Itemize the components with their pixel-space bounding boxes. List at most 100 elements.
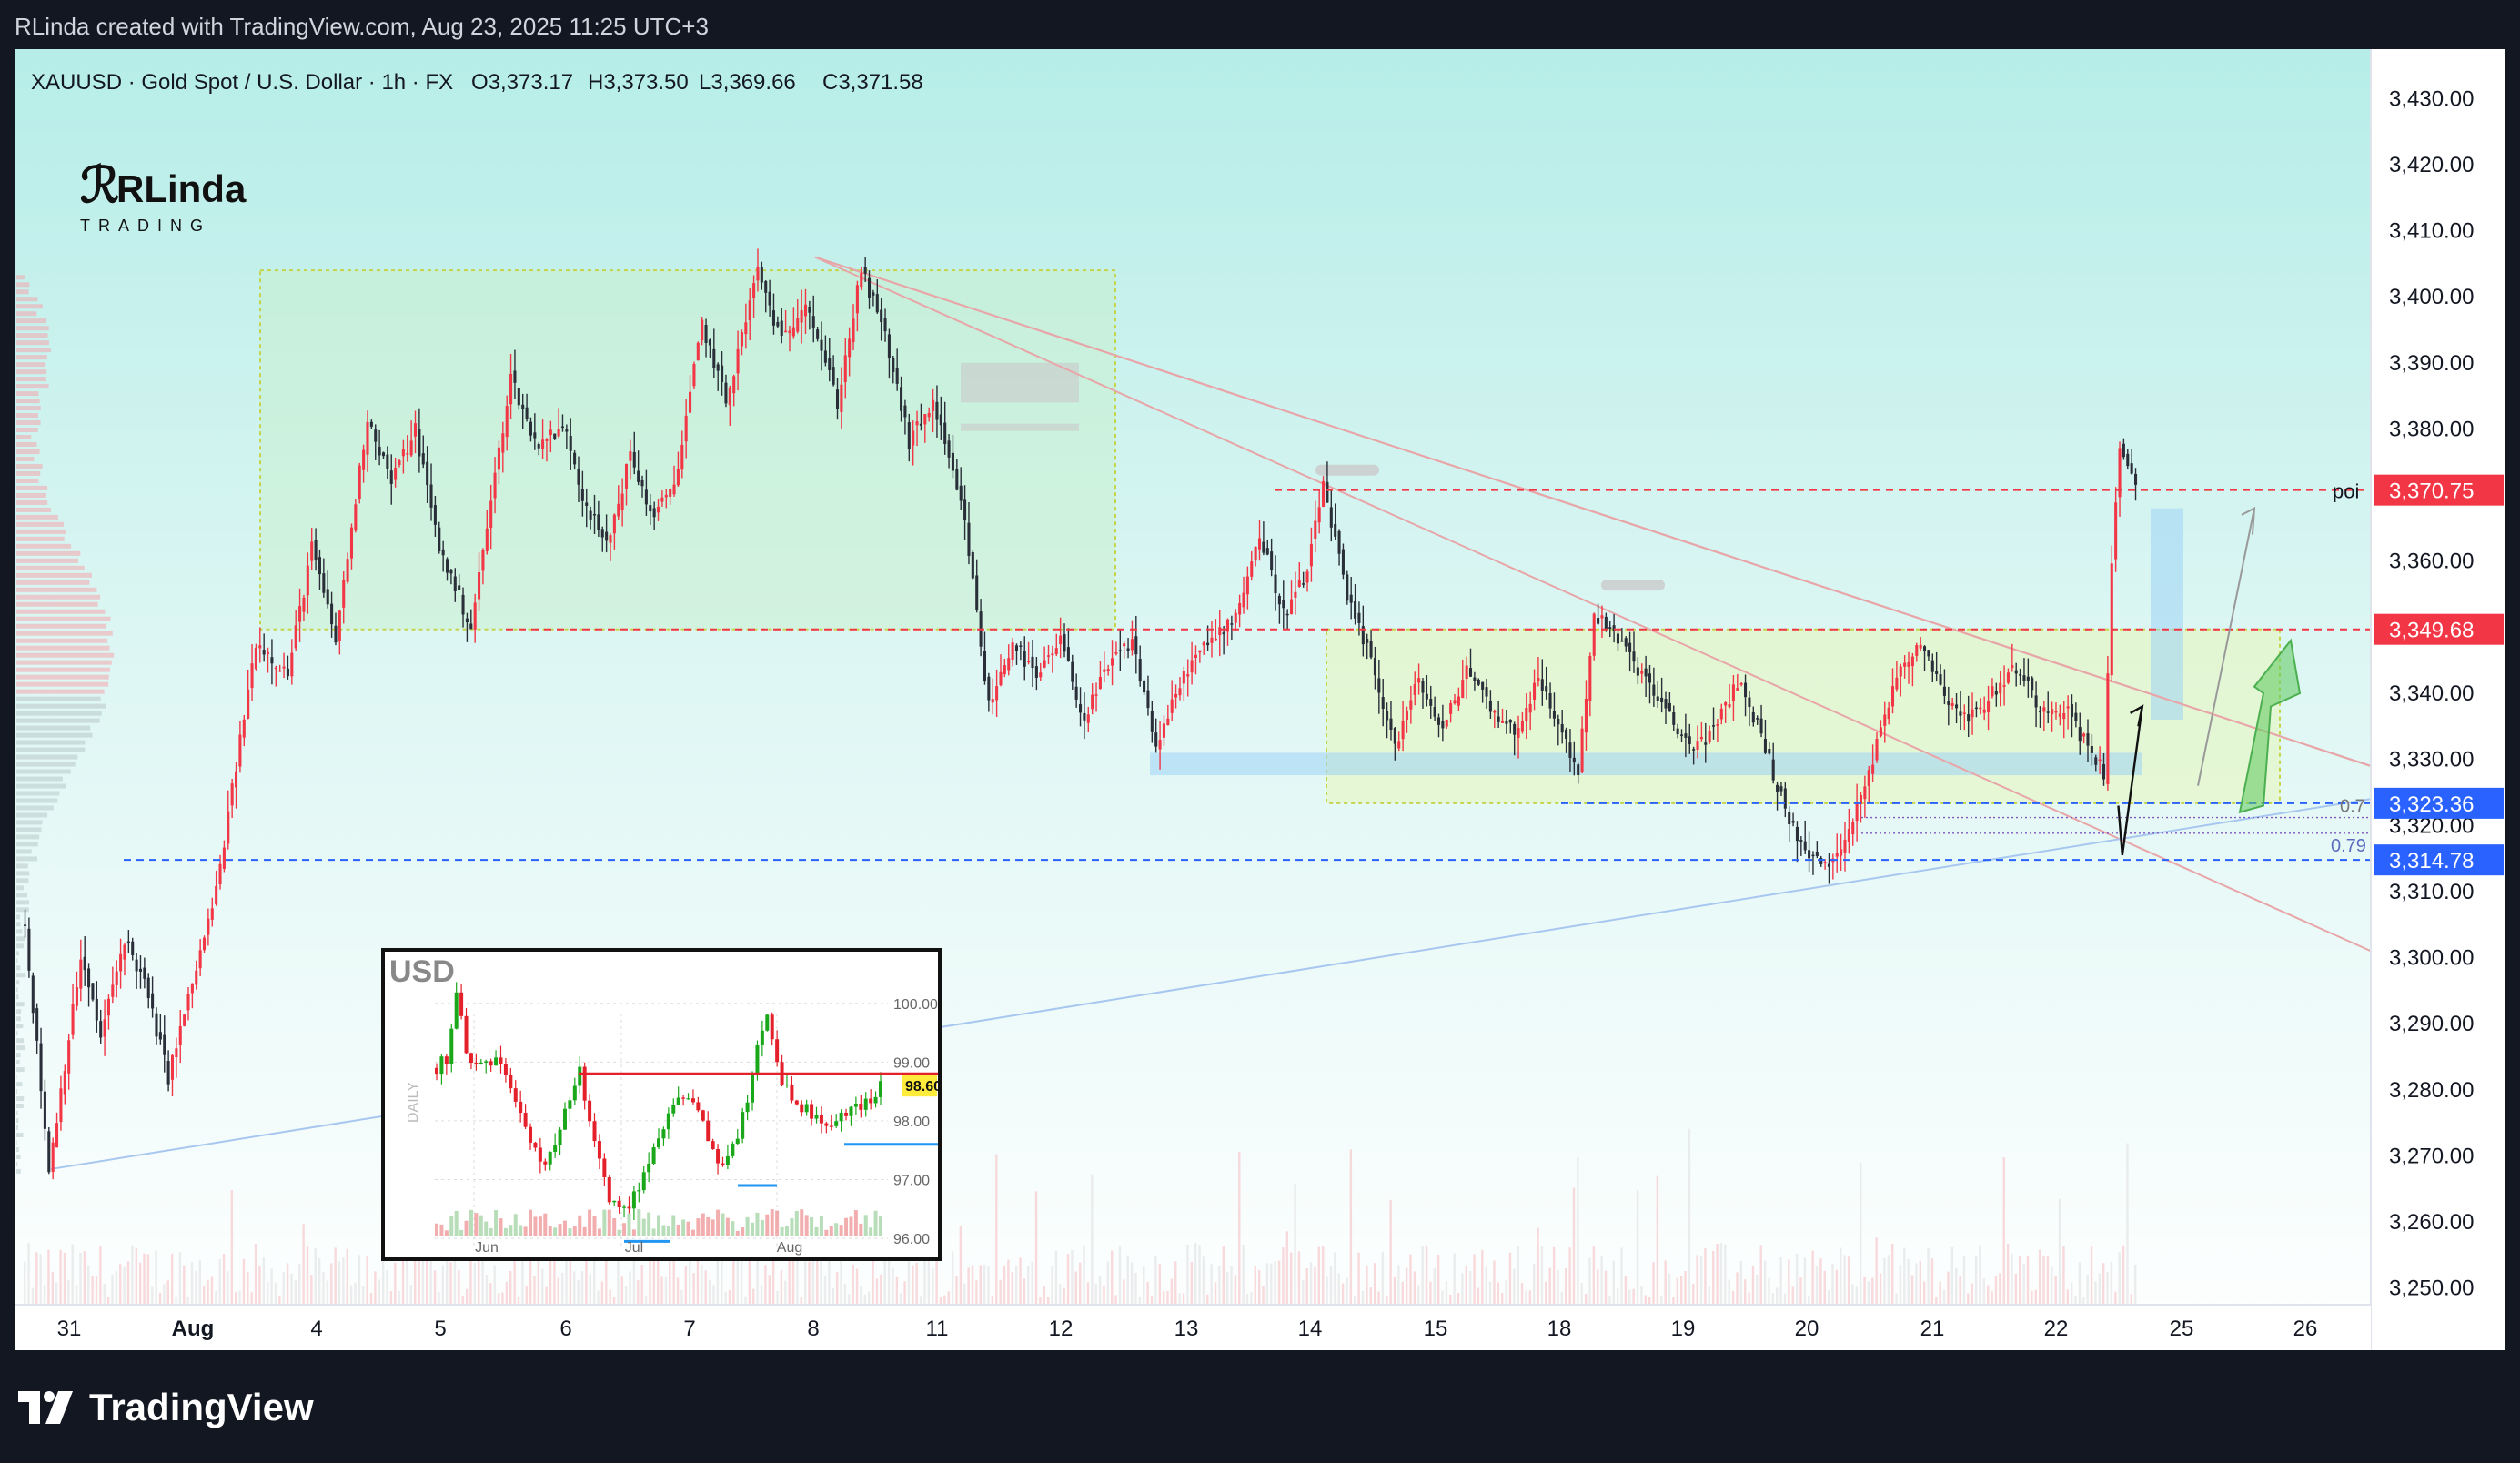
profile-row bbox=[16, 1118, 19, 1124]
candle-body bbox=[39, 1043, 43, 1092]
volume-bar bbox=[35, 1252, 38, 1305]
candle-body bbox=[560, 426, 565, 429]
candle-body bbox=[1488, 700, 1492, 712]
volume-bar bbox=[1445, 1281, 1448, 1305]
volume-bar bbox=[1488, 1281, 1492, 1305]
volume-bar bbox=[820, 1258, 822, 1305]
candle-body bbox=[1528, 703, 1532, 713]
volume-bar bbox=[2051, 1266, 2053, 1305]
volume-bar bbox=[1588, 1257, 1591, 1305]
inset-candle-body bbox=[661, 1129, 666, 1139]
profile-row bbox=[16, 725, 91, 731]
volume-bar bbox=[1285, 1231, 1289, 1305]
volume-bar bbox=[1234, 1275, 1237, 1305]
candle-body bbox=[1457, 696, 1460, 706]
candle-body bbox=[2034, 695, 2038, 708]
inset-volume-bar bbox=[464, 1220, 469, 1236]
candle-body bbox=[1282, 600, 1285, 609]
profile-row bbox=[16, 711, 102, 716]
profile-row bbox=[16, 885, 24, 891]
candle-body bbox=[1704, 742, 1708, 745]
candle-body bbox=[724, 382, 728, 404]
volume-bar bbox=[1612, 1260, 1615, 1305]
candle-body bbox=[2022, 675, 2026, 681]
candle-body bbox=[1178, 688, 1182, 696]
inset-volume-bar bbox=[533, 1216, 538, 1236]
volume-bar bbox=[1565, 1268, 1567, 1305]
inset-candle-body bbox=[449, 1028, 454, 1064]
volume-bar bbox=[1162, 1291, 1165, 1305]
volume-bar bbox=[1991, 1291, 1993, 1305]
candle-body bbox=[612, 514, 616, 534]
inset-volume-bar bbox=[819, 1216, 823, 1236]
volume-bar bbox=[1334, 1252, 1336, 1305]
candle-body bbox=[210, 908, 214, 920]
volume-bar bbox=[955, 1276, 958, 1305]
volume-bar bbox=[1386, 1295, 1388, 1305]
volume-bar bbox=[1468, 1271, 1472, 1305]
volume-bar bbox=[151, 1286, 154, 1305]
candle-body bbox=[418, 429, 421, 457]
candle-body bbox=[2122, 443, 2125, 458]
candle-body bbox=[1999, 682, 2002, 694]
volume-bar bbox=[1071, 1250, 1074, 1305]
volume-bar bbox=[1094, 1283, 1097, 1305]
inset-candle-body bbox=[671, 1105, 676, 1114]
candle-body bbox=[1146, 690, 1150, 709]
candle-body bbox=[389, 470, 393, 484]
volume-bar bbox=[1322, 1246, 1325, 1305]
candle-body bbox=[1540, 679, 1544, 691]
candle-body bbox=[1656, 696, 1659, 701]
volume-bar bbox=[1859, 1162, 1862, 1305]
level-label: 3,314.78 bbox=[2389, 849, 2474, 873]
volume-bar bbox=[580, 1270, 584, 1305]
inset-volume-bar bbox=[706, 1216, 711, 1236]
inset-volume-bar bbox=[755, 1212, 760, 1236]
profile-row bbox=[16, 973, 26, 978]
candle-body bbox=[689, 391, 692, 413]
volume-bar bbox=[939, 1297, 942, 1305]
volume-bar bbox=[322, 1271, 325, 1305]
volume-bar bbox=[951, 1251, 954, 1305]
candle-body bbox=[1679, 734, 1684, 736]
price-chart[interactable]: poi 0.7 0.79 3,430.00 3,420.00 3,410.00 3,400… bbox=[15, 49, 2505, 1350]
fib-label: 0.79 bbox=[2331, 836, 2366, 856]
inset-volume-bar bbox=[602, 1209, 607, 1236]
candle-body bbox=[828, 358, 832, 370]
tradingview-logo[interactable]: TradingView bbox=[18, 1385, 314, 1430]
candle-body bbox=[278, 670, 282, 672]
x-tick-label: 21 bbox=[1920, 1317, 1945, 1341]
candle-body bbox=[1118, 650, 1122, 651]
candle-body bbox=[222, 847, 226, 869]
candle-body bbox=[461, 594, 465, 615]
volume-bar bbox=[1222, 1246, 1225, 1305]
profile-row bbox=[16, 521, 65, 527]
candle-body bbox=[1588, 656, 1592, 701]
volume-bar bbox=[1851, 1284, 1854, 1305]
profile-row bbox=[16, 943, 24, 949]
volume-bar bbox=[855, 1268, 859, 1305]
volume-bar bbox=[461, 1296, 464, 1305]
candle-body bbox=[1162, 723, 1165, 738]
volume-bar bbox=[1206, 1294, 1209, 1305]
volume-bar bbox=[362, 1286, 365, 1305]
volume-bar bbox=[438, 1291, 440, 1305]
volume-bar bbox=[1123, 1279, 1125, 1305]
volume-bar bbox=[644, 1296, 648, 1305]
volume-bar bbox=[1150, 1295, 1154, 1305]
volume-bar bbox=[1628, 1289, 1631, 1305]
volume-bar bbox=[1118, 1246, 1122, 1305]
x-tick-label: 6 bbox=[559, 1317, 571, 1341]
candle-body bbox=[1890, 686, 1895, 707]
candle-body bbox=[2082, 733, 2086, 737]
volume-bar bbox=[1597, 1269, 1599, 1305]
volume-bar bbox=[1899, 1264, 1902, 1305]
inset-candle-body bbox=[503, 1064, 508, 1075]
candle-body bbox=[1138, 659, 1142, 682]
candle-body bbox=[592, 514, 597, 516]
candle-body bbox=[441, 549, 445, 556]
candle-body bbox=[318, 557, 321, 575]
inset-volume-bar bbox=[770, 1209, 774, 1236]
candle-body bbox=[2102, 764, 2106, 780]
candle-body bbox=[378, 446, 381, 456]
